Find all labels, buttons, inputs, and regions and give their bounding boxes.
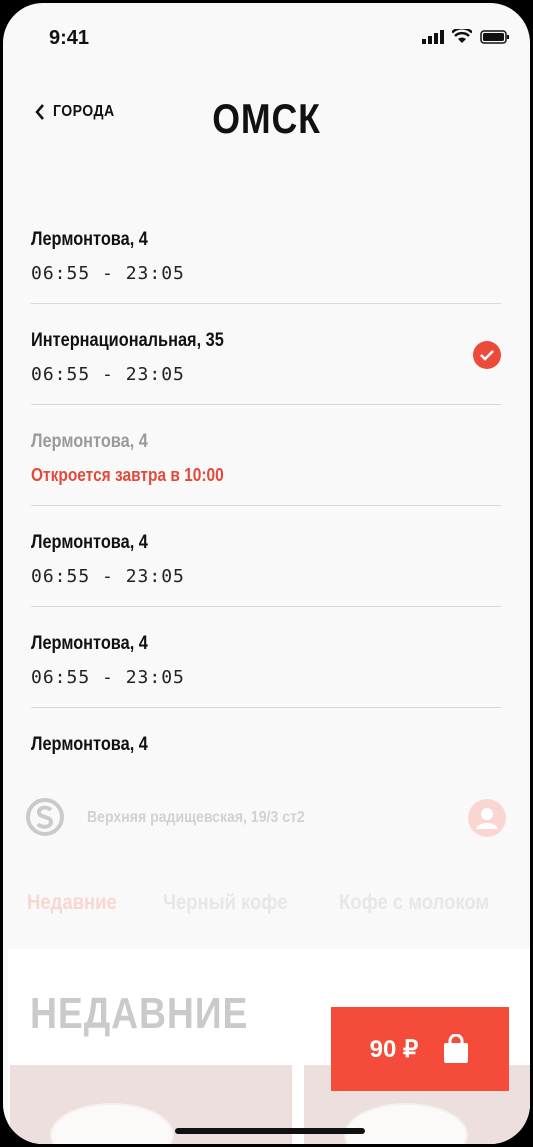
location-bar: Верхняя радищевская, 19/3 ст2: [3, 785, 530, 845]
category-tabs: Недавние Черный кофе Кофе с молоком: [27, 891, 509, 915]
store-item[interactable]: Лермонтова, 4 06:55 - 23:05: [31, 607, 501, 708]
current-address[interactable]: Верхняя радищевская, 19/3 ст2: [87, 809, 305, 827]
profile-avatar[interactable]: [468, 799, 506, 837]
screen: Верхняя радищевская, 19/3 ст2 Недавние Ч…: [3, 3, 530, 1144]
coffee-cup-image: [344, 1103, 468, 1144]
store-name: Лермонтова, 4: [31, 633, 148, 654]
tab-black-coffee[interactable]: Черный кофе: [163, 891, 287, 915]
store-name: Лермонтова, 4: [31, 532, 148, 553]
cart-price: 90 ₽: [369, 1035, 419, 1063]
coffee-cup-image: [50, 1103, 174, 1144]
page-title: ОМСК: [212, 95, 321, 142]
battery-icon: [480, 29, 509, 44]
store-hours: 06:55 - 23:05: [31, 364, 185, 385]
brand-logo-icon: [26, 798, 64, 836]
phone-frame: Верхняя радищевская, 19/3 ст2 Недавние Ч…: [0, 0, 533, 1147]
cart-button[interactable]: 90 ₽: [331, 1007, 509, 1091]
store-name: Лермонтова, 4: [31, 431, 148, 452]
store-name: Лермонтова, 4: [31, 734, 148, 755]
store-item[interactable]: Лермонтова, 4 06:55 - 23:05: [31, 203, 501, 304]
status-bar: 9:41: [3, 3, 530, 73]
store-name: Лермонтова, 4: [31, 229, 148, 250]
wifi-icon: [452, 29, 472, 43]
store-item[interactable]: Лермонтова, 4: [31, 708, 501, 778]
shopping-bag-icon: [444, 1034, 469, 1063]
tab-coffee-with-milk[interactable]: Кофе с молоком: [339, 891, 489, 915]
check-icon: [473, 341, 501, 369]
signal-icon: [422, 29, 444, 44]
store-closed-notice: Откроется завтра в 10:00: [31, 465, 224, 485]
store-item[interactable]: Лермонтова, 4 06:55 - 23:05: [31, 506, 501, 607]
tab-recent[interactable]: Недавние: [27, 891, 117, 915]
home-indicator[interactable]: [175, 1128, 365, 1134]
section-title: НЕДАВНИЕ: [30, 989, 249, 1038]
header: ГОРОДА ОМСК: [3, 83, 530, 153]
store-name: Интернациональная, 35: [31, 330, 224, 351]
store-item-selected[interactable]: Интернациональная, 35 06:55 - 23:05: [31, 304, 501, 405]
status-time: 9:41: [49, 27, 90, 49]
store-list: Лермонтова, 4 06:55 - 23:05 Интернациона…: [31, 203, 501, 778]
user-icon: [476, 808, 498, 829]
store-item-closed[interactable]: Лермонтова, 4 Откроется завтра в 10:00: [31, 405, 501, 506]
store-hours: 06:55 - 23:05: [31, 667, 185, 688]
store-hours: 06:55 - 23:05: [31, 263, 185, 284]
store-hours: 06:55 - 23:05: [31, 566, 185, 587]
